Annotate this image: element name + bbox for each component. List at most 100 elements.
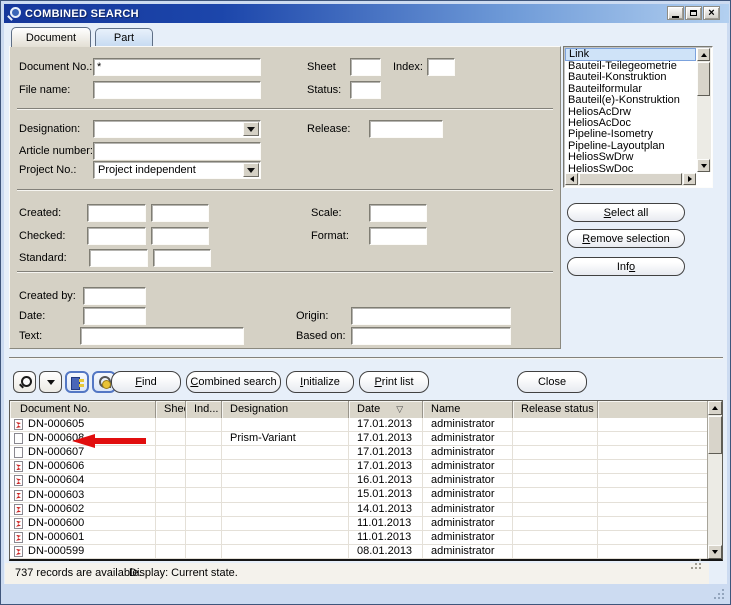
cell-designation (222, 503, 349, 516)
column-header-name[interactable]: Name (423, 401, 513, 418)
table-row[interactable]: DN-000606 17.01.2013 administrator (10, 460, 707, 474)
column-header-empty[interactable] (598, 401, 707, 418)
created-by-input[interactable] (83, 287, 146, 305)
document-list-toggle-button[interactable] (65, 371, 89, 393)
statusbar-resize-grip[interactable] (699, 567, 701, 569)
project-no-dropdown[interactable]: Project independent (93, 161, 261, 179)
scrollbar-thumb[interactable] (697, 62, 710, 96)
list-item[interactable]: HeliosAcDoc (565, 118, 696, 129)
list-item[interactable]: HeliosSwDrw (565, 152, 696, 163)
combined-search-window: COMBINED SEARCH × Document Part Document… (0, 0, 731, 605)
cell-name: administrator (423, 531, 513, 544)
dropdown-arrow-button[interactable] (243, 163, 259, 177)
info-button[interactable]: Info (567, 257, 685, 276)
scroll-up-button[interactable] (708, 401, 722, 415)
select-all-button[interactable]: Select all (567, 203, 685, 222)
date-input[interactable] (83, 307, 146, 325)
origin-input[interactable] (351, 307, 511, 325)
initialize-button[interactable]: Initialize (286, 371, 354, 393)
listbox-vertical-scrollbar[interactable] (697, 48, 711, 172)
cell-sheet (156, 488, 186, 501)
list-item[interactable]: Bauteil-Konstruktion (565, 72, 696, 83)
scrollbar-thumb[interactable] (708, 416, 722, 454)
list-item[interactable]: HeliosSwDoc (565, 164, 696, 172)
print-list-button[interactable]: Print list (359, 371, 429, 393)
based-on-input[interactable] (351, 327, 511, 345)
scroll-down-button[interactable] (697, 159, 710, 172)
standard-input-1[interactable] (89, 249, 148, 267)
table-row[interactable]: DN-000602 14.01.2013 administrator (10, 503, 707, 517)
list-item[interactable]: Bauteil(e)-Konstruktion (565, 95, 696, 106)
list-item[interactable]: Pipeline-Layoutplan (565, 141, 696, 152)
index-input[interactable] (427, 58, 455, 76)
maximize-button[interactable] (685, 6, 702, 20)
list-item[interactable]: Bauteilformular (565, 84, 696, 95)
standard-input-2[interactable] (153, 249, 211, 267)
scroll-down-button[interactable] (708, 545, 722, 559)
list-item[interactable]: HeliosAcDrw (565, 107, 696, 118)
cell-index (186, 446, 222, 459)
index-label: Index: (393, 61, 423, 73)
cell-designation (222, 474, 349, 487)
list-item[interactable]: Bauteil-Teilegeometrie (565, 61, 696, 72)
close-button[interactable]: Close (517, 371, 587, 393)
window-resize-grip[interactable] (722, 597, 724, 599)
status-input[interactable] (350, 81, 381, 99)
file-name-input[interactable] (93, 81, 261, 99)
scroll-right-button[interactable] (683, 173, 696, 185)
table-row[interactable]: DN-000605 17.01.2013 administrator (10, 418, 707, 432)
checked-input-1[interactable] (87, 227, 146, 245)
cell-name: administrator (423, 418, 513, 431)
remove-selection-button[interactable]: Remove selection (567, 229, 685, 248)
article-number-input[interactable] (93, 142, 261, 160)
dropdown-menu-button[interactable] (39, 371, 62, 393)
cell-date: 08.01.2013 (349, 545, 423, 558)
table-row[interactable]: DN-000607 17.01.2013 administrator (10, 446, 707, 460)
scrollbar-thumb[interactable] (579, 173, 682, 185)
list-item[interactable]: Pipeline-Isometry (565, 129, 696, 140)
find-button[interactable]: Find (111, 371, 181, 393)
tab-document[interactable]: Document (11, 27, 91, 47)
minimize-button[interactable] (667, 6, 684, 20)
close-window-button[interactable]: × (703, 6, 720, 20)
created-input-2[interactable] (151, 204, 209, 222)
table-row[interactable]: DN-000603 15.01.2013 administrator (10, 488, 707, 502)
checked-input-2[interactable] (151, 227, 209, 245)
magnifier-icon (7, 7, 20, 20)
table-row[interactable]: DN-000601 11.01.2013 administrator (10, 531, 707, 545)
cell-designation (222, 517, 349, 530)
table-row[interactable]: DN-000599 08.01.2013 administrator (10, 545, 707, 559)
table-vertical-scrollbar[interactable] (707, 401, 722, 559)
cell-document-no: DN-000606 (28, 460, 84, 473)
scale-input[interactable] (369, 204, 427, 222)
column-header-document-no[interactable]: Document No. (10, 401, 156, 418)
format-input[interactable] (369, 227, 427, 245)
designation-dropdown[interactable] (93, 120, 261, 138)
dropdown-arrow-button[interactable] (243, 122, 259, 136)
release-input[interactable] (369, 120, 443, 138)
column-header-sheet[interactable]: Sheet (156, 401, 186, 418)
title-bar[interactable]: COMBINED SEARCH (4, 4, 729, 23)
text-input[interactable] (80, 327, 244, 345)
cell-designation (222, 460, 349, 473)
created-input-1[interactable] (87, 204, 146, 222)
scroll-left-button[interactable] (565, 173, 578, 185)
document-icon (14, 504, 23, 515)
tab-part[interactable]: Part (95, 28, 153, 47)
column-header-release-status[interactable]: Release status (513, 401, 598, 418)
magnifier-icon (19, 376, 31, 388)
column-header-index[interactable]: Ind... (186, 401, 222, 418)
list-item-link[interactable]: Link (565, 48, 696, 61)
table-row[interactable]: DN-000600 11.01.2013 administrator (10, 517, 707, 531)
sheet-input[interactable] (350, 58, 381, 76)
cell-release-status (513, 446, 598, 459)
search-mode-button[interactable] (13, 371, 36, 393)
document-no-input[interactable] (93, 58, 261, 76)
scroll-up-button[interactable] (697, 48, 710, 61)
column-header-date[interactable]: Date▽ (349, 401, 423, 418)
combined-search-button[interactable]: Combined search (186, 371, 281, 393)
window-title: COMBINED SEARCH (25, 8, 139, 20)
listbox-horizontal-scrollbar[interactable] (565, 173, 696, 186)
column-header-designation[interactable]: Designation (222, 401, 349, 418)
table-row[interactable]: DN-000604 16.01.2013 administrator (10, 474, 707, 488)
